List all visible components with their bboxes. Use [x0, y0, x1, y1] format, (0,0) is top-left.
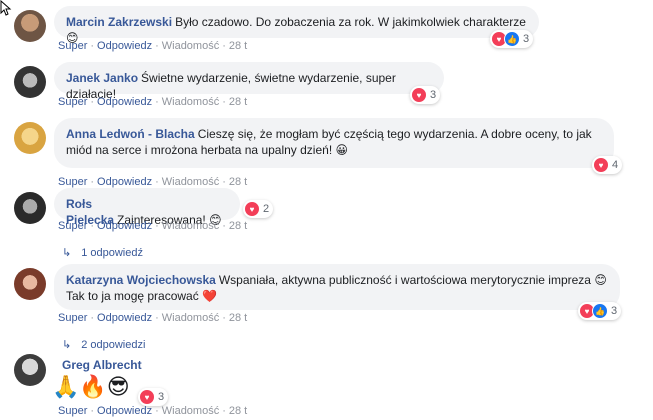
avatar[interactable] [14, 10, 46, 42]
message-link[interactable]: Wiadomość [162, 405, 219, 417]
comment-bubble: Marcin Zakrzewski Było czadowo. Do zobacz… [54, 6, 539, 45]
message-link[interactable]: Wiadomość [162, 40, 219, 52]
reaction-count: 3 [611, 305, 618, 317]
reply-arrow-icon: ↳ [62, 339, 72, 351]
emoji-comment: 🙏🔥😎 [52, 374, 130, 399]
reply-link[interactable]: Odpowiedz [97, 220, 152, 232]
mouse-cursor-icon [0, 0, 12, 16]
view-replies-link[interactable]: ↳ 1 odpowiedź [62, 246, 143, 259]
reply-link[interactable]: Odpowiedz [97, 40, 152, 52]
reaction-summary[interactable]: ♥ 4 [592, 156, 623, 174]
reaction-summary[interactable]: ♥ 2 [243, 200, 274, 218]
reaction-count: 3 [523, 33, 530, 45]
comment-bubble: Katarzyna Wojciechowska Wspaniała, aktywn… [54, 264, 620, 310]
avatar[interactable] [14, 268, 46, 300]
heart-icon: ♥ [593, 157, 609, 173]
replies-count: 1 odpowiedź [81, 247, 143, 259]
reaction-summary[interactable]: ♥ 3 [410, 86, 441, 104]
timestamp[interactable]: 28 t [229, 176, 247, 188]
reply-link[interactable]: Odpowiedz [97, 405, 152, 417]
heart-icon: ♥ [139, 389, 155, 405]
comment-actions: Super · Odpowiedz · Wiadomość · 28 t [58, 405, 248, 417]
timestamp[interactable]: 28 t [229, 96, 247, 108]
message-link[interactable]: Wiadomość [162, 220, 219, 232]
reaction-summary[interactable]: ♥ 3 [138, 388, 169, 406]
heart-icon: ♥ [244, 201, 260, 217]
like-link[interactable]: Super [58, 220, 87, 232]
reaction-summary[interactable]: ♥ 👍 3 [578, 302, 622, 320]
like-icon: 👍 [592, 303, 608, 319]
reaction-count: 4 [612, 159, 619, 171]
comment-actions: Super · Odpowiedz · Wiadomość · 28 t [58, 96, 248, 108]
timestamp[interactable]: 28 t [229, 220, 247, 232]
replies-count: 2 odpowiedzi [81, 339, 146, 351]
view-replies-link[interactable]: ↳ 2 odpowiedzi [62, 338, 145, 351]
comment-bubble: Anna Ledwoń - Blacha Cieszę się, że mogła… [54, 118, 614, 168]
message-link[interactable]: Wiadomość [162, 96, 219, 108]
comment-author[interactable]: Katarzyna Wojciechowska [66, 273, 216, 287]
reaction-count: 2 [263, 203, 270, 215]
reply-arrow-icon: ↳ [62, 247, 72, 259]
reply-link[interactable]: Odpowiedz [97, 312, 152, 324]
timestamp[interactable]: 28 t [229, 312, 247, 324]
message-link[interactable]: Wiadomość [162, 312, 219, 324]
reaction-count: 3 [158, 391, 165, 403]
like-link[interactable]: Super [58, 312, 87, 324]
avatar[interactable] [14, 122, 46, 154]
like-link[interactable]: Super [58, 176, 87, 188]
comment-author[interactable]: Anna Ledwoń - Blacha [66, 127, 195, 141]
comment-bubble: Rołs Pielecka Zainteresowana! 😊 [54, 188, 240, 227]
comment-author[interactable]: Marcin Zakrzewski [66, 15, 172, 29]
comment-actions: Super · Odpowiedz · Wiadomość · 28 t [58, 40, 248, 52]
avatar[interactable] [14, 192, 46, 224]
reply-link[interactable]: Odpowiedz [97, 176, 152, 188]
timestamp[interactable]: 28 t [229, 40, 247, 52]
like-link[interactable]: Super [58, 405, 87, 417]
comment-author[interactable]: Greg Albrecht [62, 358, 142, 372]
comment-actions: Super · Odpowiedz · Wiadomość · 28 t [58, 220, 248, 232]
avatar[interactable] [14, 354, 46, 386]
reply-link[interactable]: Odpowiedz [97, 96, 152, 108]
timestamp[interactable]: 28 t [229, 405, 247, 417]
message-link[interactable]: Wiadomość [162, 176, 219, 188]
like-link[interactable]: Super [58, 40, 87, 52]
like-link[interactable]: Super [58, 96, 87, 108]
like-icon: 👍 [504, 31, 520, 47]
comment-author[interactable]: Janek Janko [66, 71, 138, 85]
comment-actions: Super · Odpowiedz · Wiadomość · 28 t [58, 176, 248, 188]
comment-actions: Super · Odpowiedz · Wiadomość · 28 t [58, 312, 248, 324]
reaction-summary[interactable]: ♥ 👍 3 [490, 30, 534, 48]
reaction-count: 3 [430, 89, 437, 101]
comment-bubble: Janek Janko Świetne wydarzenie, świetne w… [54, 62, 444, 101]
heart-icon: ♥ [411, 87, 427, 103]
avatar[interactable] [14, 66, 46, 98]
